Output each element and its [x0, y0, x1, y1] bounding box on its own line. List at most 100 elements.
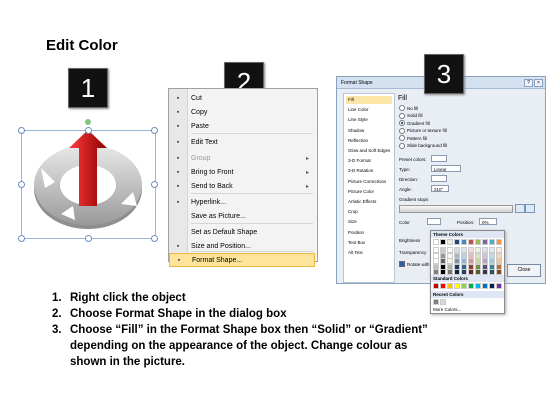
more-colors-link[interactable]: More Colors...	[433, 307, 461, 312]
color-swatch[interactable]	[489, 283, 495, 289]
resize-handle[interactable]	[18, 235, 25, 242]
color-label: Color	[399, 220, 410, 225]
resize-handle[interactable]	[18, 181, 25, 188]
category-item[interactable]: Line Style	[346, 116, 392, 124]
resize-handle[interactable]	[151, 235, 158, 242]
submenu-arrow-icon: ▸	[305, 169, 309, 176]
color-swatch[interactable]	[447, 239, 453, 245]
instruction-line: shown in the picture.	[52, 354, 428, 370]
color-swatch[interactable]	[433, 269, 439, 275]
color-swatch[interactable]	[454, 269, 460, 275]
category-item[interactable]: Crop	[346, 208, 392, 216]
fill-option-radio[interactable]: Pattern fill	[399, 135, 427, 141]
category-item[interactable]: Line Color	[346, 106, 392, 114]
color-swatch[interactable]	[496, 239, 502, 245]
category-item[interactable]: Fill	[346, 96, 392, 104]
color-swatch[interactable]	[496, 283, 502, 289]
color-swatch[interactable]	[440, 269, 446, 275]
color-swatch[interactable]	[433, 283, 439, 289]
context-menu: ▪ Cut ▪ Copy ▪ Paste ▪ Edit Text ▪ Group ▸ ▪ Bring t…	[168, 88, 318, 267]
color-swatch[interactable]	[468, 239, 474, 245]
menu-item[interactable]: ▪ Format Shape...	[169, 253, 315, 267]
category-item[interactable]: 3-D Rotation	[346, 167, 392, 175]
color-swatch[interactable]	[468, 283, 474, 289]
close-button[interactable]: Close	[507, 264, 541, 277]
category-item[interactable]: Text Box	[346, 239, 392, 247]
menu-item[interactable]: ▪ Group ▸	[169, 151, 315, 165]
resize-handle[interactable]	[151, 181, 158, 188]
category-item[interactable]: Shadow	[346, 127, 392, 135]
color-swatch[interactable]	[475, 269, 481, 275]
menu-item[interactable]: ▪ Copy	[169, 105, 315, 119]
fill-option-radio[interactable]: Slide background fill	[399, 142, 447, 149]
color-swatch[interactable]	[433, 239, 439, 245]
menu-item[interactable]: ▪ Paste	[169, 119, 315, 133]
color-picker-button[interactable]	[427, 218, 441, 225]
color-swatch[interactable]	[461, 239, 467, 245]
fill-option-radio[interactable]: No fill	[399, 105, 418, 111]
color-swatch[interactable]	[433, 299, 439, 305]
menu-item-label: Paste	[191, 122, 209, 130]
category-item[interactable]: Position	[346, 229, 392, 237]
type-dropdown[interactable]: Linear	[431, 165, 461, 172]
color-swatch[interactable]	[482, 283, 488, 289]
color-swatch[interactable]	[447, 269, 453, 275]
color-swatch[interactable]	[447, 283, 453, 289]
position-input[interactable]: 0%	[479, 218, 497, 225]
color-swatch[interactable]	[468, 269, 474, 275]
close-icon[interactable]: ×	[534, 79, 543, 87]
color-swatch[interactable]	[461, 269, 467, 275]
category-item[interactable]: Picture Color	[346, 188, 392, 196]
add-stop-button[interactable]	[515, 204, 525, 213]
angle-input[interactable]: 210°	[431, 185, 449, 192]
menu-item[interactable]: ▪ Send to Back ▸	[169, 179, 315, 193]
resize-handle[interactable]	[85, 127, 92, 134]
category-item[interactable]: Artistic Effects	[346, 198, 392, 206]
resize-handle[interactable]	[85, 235, 92, 242]
menu-item[interactable]: ▪ Edit Text	[169, 135, 315, 149]
preset-colors-label: Preset colors:	[399, 157, 427, 162]
instruction-line: 3. Choose “Fill” in the Format Shape box …	[52, 322, 428, 338]
color-swatch[interactable]	[475, 283, 481, 289]
menu-item[interactable]: Set as Default Shape	[169, 225, 315, 239]
fill-option-radio[interactable]: Solid fill	[399, 112, 423, 119]
color-swatch[interactable]	[482, 269, 488, 275]
category-item[interactable]: Alt Text	[346, 249, 392, 257]
category-item[interactable]: 3-D Format	[346, 157, 392, 165]
menu-item-label: Cut	[191, 94, 202, 102]
menu-item[interactable]: ▪ Hyperlink...	[169, 195, 315, 209]
color-swatch[interactable]	[454, 239, 460, 245]
help-icon[interactable]: ?	[524, 79, 533, 87]
category-item[interactable]: Reflection	[346, 137, 392, 145]
type-label: Type:	[399, 167, 411, 172]
instruction-number	[52, 338, 70, 354]
color-swatch[interactable]	[454, 283, 460, 289]
preset-colors-dropdown[interactable]	[431, 155, 447, 162]
direction-dropdown[interactable]	[431, 175, 447, 182]
color-swatch[interactable]	[489, 239, 495, 245]
format-shape-icon: ▪	[177, 256, 181, 264]
page-title: Edit Color	[46, 37, 118, 54]
category-item[interactable]: Picture Corrections	[346, 178, 392, 186]
color-swatch[interactable]	[461, 283, 467, 289]
color-swatch[interactable]	[482, 239, 488, 245]
fill-option-radio[interactable]: Picture or texture fill	[399, 127, 447, 134]
gradient-stops-slider[interactable]	[399, 205, 513, 213]
category-item[interactable]: Size	[346, 218, 392, 226]
color-swatch[interactable]	[475, 239, 481, 245]
menu-item[interactable]: ▪ Bring to Front ▸	[169, 165, 315, 179]
remove-stop-button[interactable]	[525, 204, 535, 213]
color-swatch[interactable]	[496, 269, 502, 275]
resize-handle[interactable]	[151, 127, 158, 134]
menu-item[interactable]: ▪ Cut	[169, 91, 315, 105]
color-swatch[interactable]	[440, 283, 446, 289]
instruction-number: 1.	[52, 292, 62, 304]
menu-item-label: Bring to Front	[191, 168, 234, 176]
color-swatch[interactable]	[440, 239, 446, 245]
menu-item[interactable]: Save as Picture...	[169, 209, 315, 223]
resize-handle[interactable]	[18, 127, 25, 134]
color-swatch[interactable]	[440, 299, 446, 305]
category-item[interactable]: Glow and Soft Edges	[346, 147, 392, 155]
color-swatch[interactable]	[489, 269, 495, 275]
fill-option-radio[interactable]: Gradient fill	[399, 120, 430, 126]
